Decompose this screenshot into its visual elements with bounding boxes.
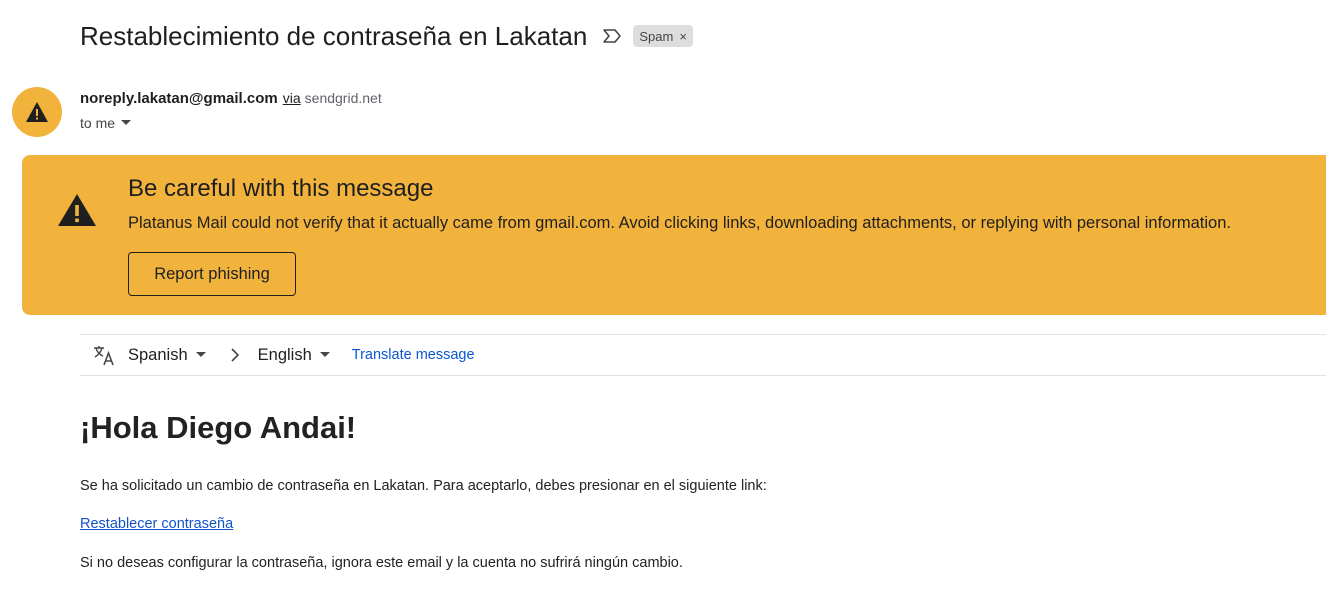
reset-password-link[interactable]: Restablecer contraseña xyxy=(80,516,233,532)
via-link[interactable]: via xyxy=(283,90,301,106)
recipient-details-toggle[interactable]: to me xyxy=(80,115,132,131)
spam-label-chip: Spam × xyxy=(633,25,693,47)
recipient-label: to me xyxy=(80,115,116,131)
phishing-warning-banner: Be careful with this message Platanus Ma… xyxy=(22,155,1326,315)
remove-label-icon[interactable]: × xyxy=(679,29,687,44)
email-subject-row: Restablecimiento de contraseña en Lakata… xyxy=(80,18,693,54)
warning-icon xyxy=(26,102,48,122)
email-greeting: ¡Hola Diego Andai! xyxy=(80,410,357,445)
email-subject: Restablecimiento de contraseña en Lakata… xyxy=(80,20,588,51)
warning-description: Platanus Mail could not verify that it a… xyxy=(128,214,1231,232)
warning-icon xyxy=(56,191,98,229)
report-phishing-button[interactable]: Report phishing xyxy=(128,252,296,296)
chevron-down-icon xyxy=(319,352,330,358)
translate-message-link[interactable]: Translate message xyxy=(352,347,475,363)
via-domain: sendgrid.net xyxy=(304,90,382,106)
avatar xyxy=(12,87,62,137)
email-paragraph: Se ha solicitado un cambio de contraseña… xyxy=(80,478,767,494)
target-language-label: English xyxy=(257,345,312,364)
chevron-down-icon xyxy=(195,352,206,358)
source-language-select[interactable]: Spanish xyxy=(128,346,206,365)
chevron-right-icon xyxy=(230,348,240,362)
spam-label-text: Spam xyxy=(639,28,674,44)
translate-icon xyxy=(92,343,116,367)
email-view: Restablecimiento de contraseña en Lakata… xyxy=(0,0,1326,602)
translate-bar: Spanish English Translate message xyxy=(80,334,1326,376)
target-language-select[interactable]: English xyxy=(258,346,330,365)
warning-title: Be careful with this message xyxy=(128,175,434,202)
sender-email[interactable]: noreply.lakatan@gmail.com xyxy=(80,90,278,107)
important-marker-icon[interactable] xyxy=(601,25,623,47)
sender-line: noreply.lakatan@gmail.com via sendgrid.n… xyxy=(80,90,382,107)
chevron-down-icon xyxy=(121,120,132,126)
source-language-label: Spanish xyxy=(128,345,188,364)
email-paragraph: Si no deseas configurar la contraseña, i… xyxy=(80,555,683,571)
